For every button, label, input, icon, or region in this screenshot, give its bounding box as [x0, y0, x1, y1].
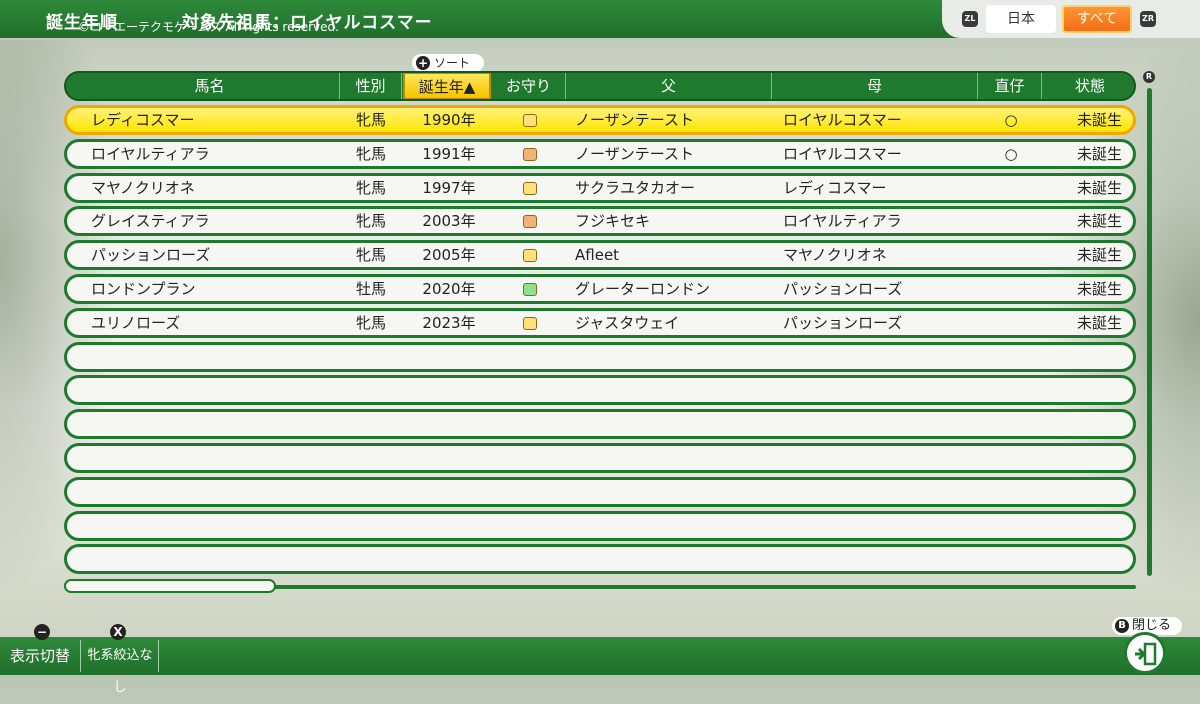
amulet-icon [523, 148, 537, 161]
header-birth-year[interactable]: 誕生年▲ [403, 73, 491, 99]
table-row[interactable]: ロイヤルティアラ 牝馬 1991年 ノーザンテースト ロイヤルコスマー ○ 未誕生 [64, 139, 1136, 169]
zl-button-icon[interactable]: ZL [962, 11, 978, 27]
cell-sex: 牝馬 [355, 314, 386, 332]
horizontal-scrollbar-thumb[interactable] [64, 579, 276, 593]
cell-birth-year: 2005年 [422, 246, 476, 264]
plus-button-icon: + [416, 56, 430, 70]
x-button-icon[interactable]: X [110, 624, 126, 640]
bottom-bar [0, 637, 1200, 675]
empty-table-row[interactable] [64, 409, 1136, 439]
r-stick-icon: R [1143, 71, 1155, 83]
cell-status: 未誕生 [1077, 314, 1123, 332]
cell-status: 未誕生 [1077, 111, 1123, 129]
header-direct-offspring[interactable]: 直仔 [978, 73, 1042, 99]
header-name[interactable]: 馬名 [80, 73, 340, 99]
cell-birth-year: 1991年 [422, 145, 476, 163]
cell-name: パッションローズ [91, 246, 211, 264]
header-amulet[interactable]: お守り [492, 73, 566, 99]
table-row[interactable]: レディコスマー 牝馬 1990年 ノーザンテースト ロイヤルコスマー ○ 未誕生 [64, 105, 1136, 135]
cell-sex: 牝馬 [355, 212, 386, 230]
cell-name: ユリノローズ [91, 314, 181, 332]
cell-name: ロンドンプラン [91, 280, 196, 298]
cell-status: 未誕生 [1077, 179, 1123, 197]
sort-button[interactable]: + ソート [412, 54, 484, 72]
cell-sex: 牝馬 [355, 246, 386, 264]
cell-name: マヤノクリオネ [91, 179, 195, 197]
cell-status: 未誕生 [1077, 246, 1123, 264]
cell-dam: ロイヤルコスマー [783, 145, 902, 163]
sort-label: ソート [434, 56, 471, 70]
cell-name: レディコスマー [91, 111, 195, 129]
cell-status: 未誕生 [1077, 280, 1123, 298]
cell-dam: パッションローズ [783, 314, 903, 332]
cell-direct-offspring: ○ [1004, 145, 1018, 163]
cell-dam: マヤノクリオネ [783, 246, 887, 264]
cell-name: ロイヤルティアラ [91, 145, 210, 163]
zr-button-icon[interactable]: ZR [1140, 11, 1156, 27]
header-status[interactable]: 状態 [1042, 73, 1134, 99]
table-row[interactable]: グレイスティアラ 牝馬 2003年 フジキセキ ロイヤルティアラ 未誕生 [64, 206, 1136, 236]
header-dam[interactable]: 母 [772, 73, 978, 99]
amulet-icon [523, 215, 537, 228]
table-row[interactable]: パッションローズ 牝馬 2005年 Afleet マヤノクリオネ 未誕生 [64, 240, 1136, 270]
empty-table-row[interactable] [64, 443, 1136, 473]
amulet-icon [523, 114, 537, 127]
empty-table-row[interactable] [64, 342, 1136, 372]
cell-dam: ロイヤルティアラ [783, 212, 902, 230]
cell-dam: レディコスマー [783, 179, 887, 197]
cell-direct-offspring: ○ [1004, 111, 1018, 129]
amulet-icon [523, 283, 537, 296]
cell-sire: フジキセキ [575, 212, 651, 230]
cell-birth-year: 1997年 [422, 179, 476, 197]
cell-sire: ノーザンテースト [575, 111, 694, 129]
tab-all[interactable]: すべて [1062, 5, 1132, 33]
cell-status: 未誕生 [1077, 212, 1123, 230]
amulet-icon [523, 182, 537, 195]
cell-sex: 牝馬 [355, 145, 386, 163]
b-button-icon: B [1115, 619, 1129, 633]
cell-direct-offspring [979, 311, 1043, 335]
cell-name: グレイスティアラ [91, 212, 210, 230]
copyright-text: ©コーエーテクモゲームス All rights reserved. [78, 20, 339, 34]
cell-direct-offspring [979, 243, 1043, 267]
table-row[interactable]: ユリノローズ 牝馬 2023年 ジャスタウェイ パッションローズ 未誕生 [64, 308, 1136, 338]
cell-sire: グレーターロンドン [575, 280, 711, 298]
cell-sex: 牝馬 [355, 111, 386, 129]
empty-table-row[interactable] [64, 544, 1136, 574]
table-row[interactable]: マヤノクリオネ 牝馬 1997年 サクラユタカオー レディコスマー 未誕生 [64, 173, 1136, 203]
cell-direct-offspring [979, 209, 1043, 233]
cell-dam: パッションローズ [783, 280, 903, 298]
table-row[interactable]: ロンドンプラン 牡馬 2020年 グレーターロンドン パッションローズ 未誕生 [64, 274, 1136, 304]
cell-direct-offspring [979, 277, 1043, 301]
empty-table-row[interactable] [64, 511, 1136, 541]
tab-japan[interactable]: 日本 [986, 5, 1056, 33]
minus-button-icon[interactable]: − [34, 624, 50, 640]
exit-icon[interactable] [1124, 632, 1166, 674]
empty-table-row[interactable] [64, 375, 1136, 405]
cell-sire: ノーザンテースト [575, 145, 694, 163]
cell-dam: ロイヤルコスマー [783, 111, 902, 129]
filter-button[interactable]: 牝系絞込なし [82, 640, 159, 695]
cell-direct-offspring [979, 176, 1043, 200]
cell-birth-year: 2020年 [422, 280, 476, 298]
header-sex[interactable]: 性別 [340, 73, 402, 99]
empty-table-row[interactable] [64, 477, 1136, 507]
cell-birth-year: 2023年 [422, 314, 476, 332]
display-toggle-button[interactable]: 表示切替 [0, 640, 81, 672]
amulet-icon [523, 317, 537, 330]
cell-status: 未誕生 [1077, 145, 1123, 163]
cell-sire: サクラユタカオー [575, 179, 696, 197]
cell-sire: Afleet [575, 246, 620, 264]
cell-birth-year: 1990年 [422, 111, 476, 129]
cell-sex: 牡馬 [355, 280, 386, 298]
cell-sire: ジャスタウェイ [575, 314, 680, 332]
vertical-scrollbar[interactable] [1147, 88, 1152, 576]
cell-sex: 牝馬 [355, 179, 386, 197]
cell-birth-year: 2003年 [422, 212, 476, 230]
table-header: 馬名 性別 誕生年▲ お守り 父 母 直仔 状態 [64, 71, 1136, 101]
amulet-icon [523, 249, 537, 262]
header-sire[interactable]: 父 [566, 73, 772, 99]
